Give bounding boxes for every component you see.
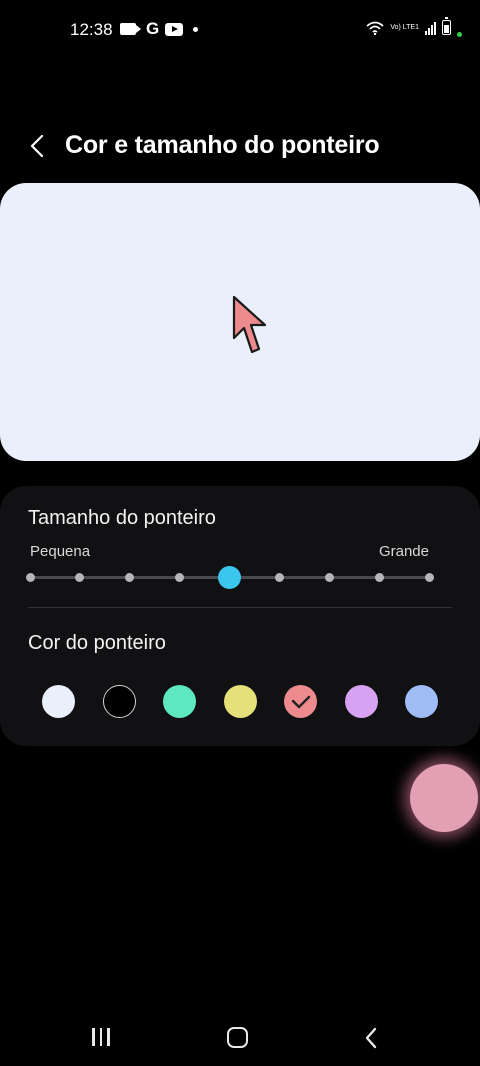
page-title: Cor e tamanho do ponteiro <box>65 131 380 159</box>
google-icon: G <box>146 19 160 38</box>
system-icons: Vo) LTE1 <box>366 17 462 37</box>
status-time: 12:38 <box>70 20 113 39</box>
nav-back-button[interactable] <box>364 1027 378 1049</box>
screen: 12:38 G Vo) LTE1 Cor e tamanho do pontei… <box>0 0 480 1066</box>
privacy-indicator-dot <box>457 32 462 37</box>
color-swatch-black[interactable] <box>102 685 136 718</box>
signal-icon <box>425 21 436 35</box>
color-swatch-yellow[interactable] <box>223 685 257 718</box>
wifi-icon <box>366 21 384 35</box>
pointer-size-max-label: Grande <box>378 543 429 560</box>
recent-apps-button[interactable] <box>92 1028 110 1046</box>
volte-label: Vo) LTE1 <box>390 23 419 31</box>
slider-step-7[interactable] <box>374 573 384 582</box>
pointer-size-min-label: Pequena <box>30 543 91 560</box>
slider-step-0[interactable] <box>25 573 35 582</box>
color-swatch-pink[interactable] <box>284 685 317 718</box>
back-button[interactable] <box>22 130 52 162</box>
divider <box>28 607 452 608</box>
color-swatch-purple[interactable] <box>344 685 378 718</box>
pointer-size-slider-thumb[interactable] <box>218 566 241 589</box>
checkmark-icon <box>291 695 310 708</box>
slider-step-6[interactable] <box>324 573 334 582</box>
slider-step-5[interactable] <box>274 573 284 582</box>
color-swatch-green[interactable] <box>163 685 196 718</box>
chevron-left-icon <box>30 134 44 158</box>
more-notifications-dot-icon <box>193 26 199 32</box>
slider-step-8[interactable] <box>424 573 434 582</box>
color-swatch-blue[interactable] <box>405 685 438 718</box>
notification-icons: G <box>120 19 199 38</box>
touch-indicator <box>410 764 478 832</box>
youtube-icon <box>165 22 184 36</box>
home-button[interactable] <box>227 1027 248 1048</box>
pointer-color-title: Cor do ponteiro <box>28 632 166 654</box>
video-call-icon <box>120 23 141 35</box>
battery-icon <box>442 17 451 35</box>
pointer-size-title: Tamanho do ponteiro <box>28 507 216 529</box>
status-bar: 12:38 G Vo) LTE1 <box>0 0 480 60</box>
pointer-preview-icon <box>232 295 267 354</box>
color-swatch-white[interactable] <box>42 685 75 718</box>
